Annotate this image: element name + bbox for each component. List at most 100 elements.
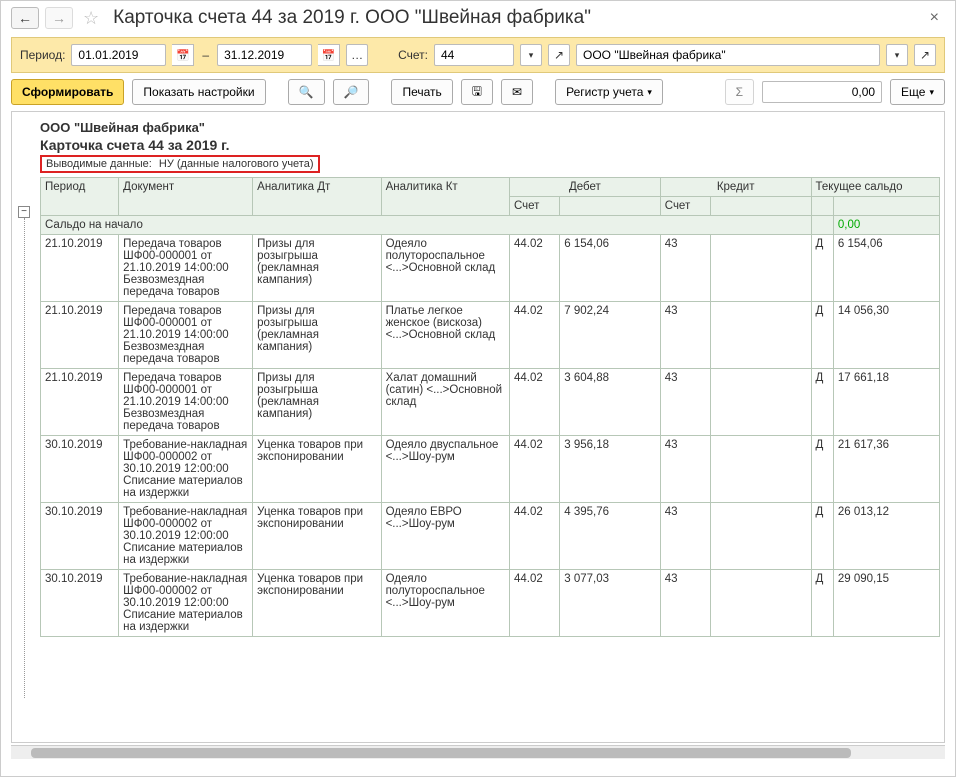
cell-c-acct: 43 <box>660 235 710 302</box>
cell-bal: 29 090,15 <box>833 570 939 637</box>
save-button[interactable]: 🖫 <box>461 79 493 105</box>
sum-value-input[interactable] <box>762 81 882 103</box>
search-icon: 🔍 <box>299 85 314 99</box>
cell-bal: 6 154,06 <box>833 235 939 302</box>
email-button[interactable]: ✉ <box>501 79 533 105</box>
save-icon: 🖫 <box>472 82 482 103</box>
nav-back-button[interactable]: ← <box>11 7 39 29</box>
th-balance: Текущее сальдо <box>811 178 939 197</box>
account-open-button[interactable]: ↗ <box>548 44 570 66</box>
cell-c-acct: 43 <box>660 369 710 436</box>
cell-bal-dc: Д <box>811 302 833 369</box>
cell-date: 30.10.2019 <box>41 503 119 570</box>
cell-c-amt <box>711 302 812 369</box>
cell-an-dt: Уценка товаров при экспонировании <box>253 503 381 570</box>
tree-toggle: − <box>18 206 30 698</box>
report-org: ООО "Швейная фабрика" <box>40 120 940 135</box>
cell-an-dt: Уценка товаров при экспонировании <box>253 436 381 503</box>
cell-an-kt: Одеяло полутороспальное <...>Основной ск… <box>381 235 509 302</box>
opening-balance-row: Сальдо на начало 0,00 <box>41 216 940 235</box>
register-button[interactable]: Регистр учета <box>555 79 663 105</box>
date-from-input[interactable] <box>71 44 166 66</box>
cell-date: 21.10.2019 <box>41 369 119 436</box>
cell-an-dt: Призы для розыгрыша (рекламная кампания) <box>253 369 381 436</box>
cell-c-amt <box>711 570 812 637</box>
cell-an-kt: Одеяло двуспальное <...>Шоу-рум <box>381 436 509 503</box>
date-to-calendar-icon[interactable]: 📅 <box>318 44 340 66</box>
cell-bal-dc: Д <box>811 369 833 436</box>
generate-button[interactable]: Сформировать <box>11 79 124 105</box>
cell-d-acct: 44.02 <box>510 235 560 302</box>
close-button[interactable]: × <box>924 9 945 27</box>
cell-doc: Передача товаров ШФ00-000001 от 21.10.20… <box>119 369 253 436</box>
opening-balance-value: 0,00 <box>833 216 939 235</box>
th-period: Период <box>41 178 119 216</box>
cell-bal-dc: Д <box>811 436 833 503</box>
favorite-star-icon[interactable]: ☆ <box>83 8 99 29</box>
account-dropdown-icon[interactable] <box>520 44 542 66</box>
show-settings-button[interactable]: Показать настройки <box>132 79 265 105</box>
cell-bal: 26 013,12 <box>833 503 939 570</box>
horizontal-scrollbar[interactable] <box>11 745 945 759</box>
cell-d-acct: 44.02 <box>510 436 560 503</box>
period-picker-button[interactable]: … <box>346 44 368 66</box>
table-row[interactable]: 21.10.2019Передача товаров ШФ00-000001 о… <box>41 369 940 436</box>
cell-d-amt: 7 902,24 <box>560 302 661 369</box>
th-an-dt: Аналитика Дт <box>253 178 381 216</box>
cell-doc: Требование-накладная ШФ00-000002 от 30.1… <box>119 570 253 637</box>
cell-date: 30.10.2019 <box>41 570 119 637</box>
find-button[interactable]: 🔍 <box>288 79 325 105</box>
cell-an-kt: Одеяло полутороспальное <...>Шоу-рум <box>381 570 509 637</box>
sum-button[interactable]: Σ <box>725 79 754 105</box>
account-label: Счет: <box>398 48 428 62</box>
table-row[interactable]: 21.10.2019Передача товаров ШФ00-000001 о… <box>41 235 940 302</box>
filter-bar: Период: 📅 – 📅 … Счет: ↗ ↗ <box>11 37 945 73</box>
cell-d-acct: 44.02 <box>510 369 560 436</box>
mail-icon: ✉ <box>512 85 522 99</box>
date-to-input[interactable] <box>217 44 312 66</box>
cell-date: 21.10.2019 <box>41 235 119 302</box>
cell-doc: Передача товаров ШФ00-000001 от 21.10.20… <box>119 302 253 369</box>
print-button[interactable]: Печать <box>391 79 452 105</box>
collapse-toggle-icon[interactable]: − <box>18 206 30 218</box>
cell-d-amt: 3 077,03 <box>560 570 661 637</box>
cell-doc: Требование-накладная ШФ00-000002 от 30.1… <box>119 503 253 570</box>
cell-c-acct: 43 <box>660 503 710 570</box>
cell-an-kt: Платье легкое женское (вискоза) <...>Осн… <box>381 302 509 369</box>
th-credit-acct: Счет <box>660 197 710 216</box>
table-row[interactable]: 30.10.2019Требование-накладная ШФ00-0000… <box>41 503 940 570</box>
cell-an-kt: Одеяло ЕВРО <...>Шоу-рум <box>381 503 509 570</box>
report-table: Период Документ Аналитика Дт Аналитика К… <box>40 177 940 637</box>
cell-d-acct: 44.02 <box>510 570 560 637</box>
period-label: Период: <box>20 48 65 62</box>
cell-c-amt <box>711 369 812 436</box>
th-document: Документ <box>119 178 253 216</box>
table-row[interactable]: 30.10.2019Требование-накладная ШФ00-0000… <box>41 436 940 503</box>
output-data-box: Выводимые данные: НУ (данные налогового … <box>40 155 320 173</box>
org-input[interactable] <box>576 44 880 66</box>
more-button[interactable]: Еще <box>890 79 945 105</box>
cell-an-dt: Призы для розыгрыша (рекламная кампания) <box>253 235 381 302</box>
find-next-button[interactable]: 🔎 <box>333 79 370 105</box>
nav-forward-button[interactable]: → <box>45 7 73 29</box>
cell-d-amt: 3 604,88 <box>560 369 661 436</box>
table-row[interactable]: 30.10.2019Требование-накладная ШФ00-0000… <box>41 570 940 637</box>
table-row[interactable]: 21.10.2019Передача товаров ШФ00-000001 о… <box>41 302 940 369</box>
date-from-calendar-icon[interactable]: 📅 <box>172 44 194 66</box>
cell-d-acct: 44.02 <box>510 503 560 570</box>
account-input[interactable] <box>434 44 514 66</box>
cell-c-amt <box>711 436 812 503</box>
report-title: Карточка счета 44 за 2019 г. <box>40 137 940 153</box>
org-open-button[interactable]: ↗ <box>914 44 936 66</box>
cell-doc: Передача товаров ШФ00-000001 от 21.10.20… <box>119 235 253 302</box>
cell-date: 30.10.2019 <box>41 436 119 503</box>
output-data-label: Выводимые данные: <box>46 158 152 170</box>
cell-d-amt: 3 956,18 <box>560 436 661 503</box>
cell-bal: 21 617,36 <box>833 436 939 503</box>
th-debit: Дебет <box>510 178 661 197</box>
org-dropdown-icon[interactable] <box>886 44 908 66</box>
toolbar: Сформировать Показать настройки 🔍 🔎 Печа… <box>11 79 945 105</box>
th-credit: Кредит <box>660 178 811 197</box>
titlebar: ← → ☆ Карточка счета 44 за 2019 г. ООО "… <box>1 1 955 35</box>
scrollbar-thumb[interactable] <box>31 748 851 758</box>
